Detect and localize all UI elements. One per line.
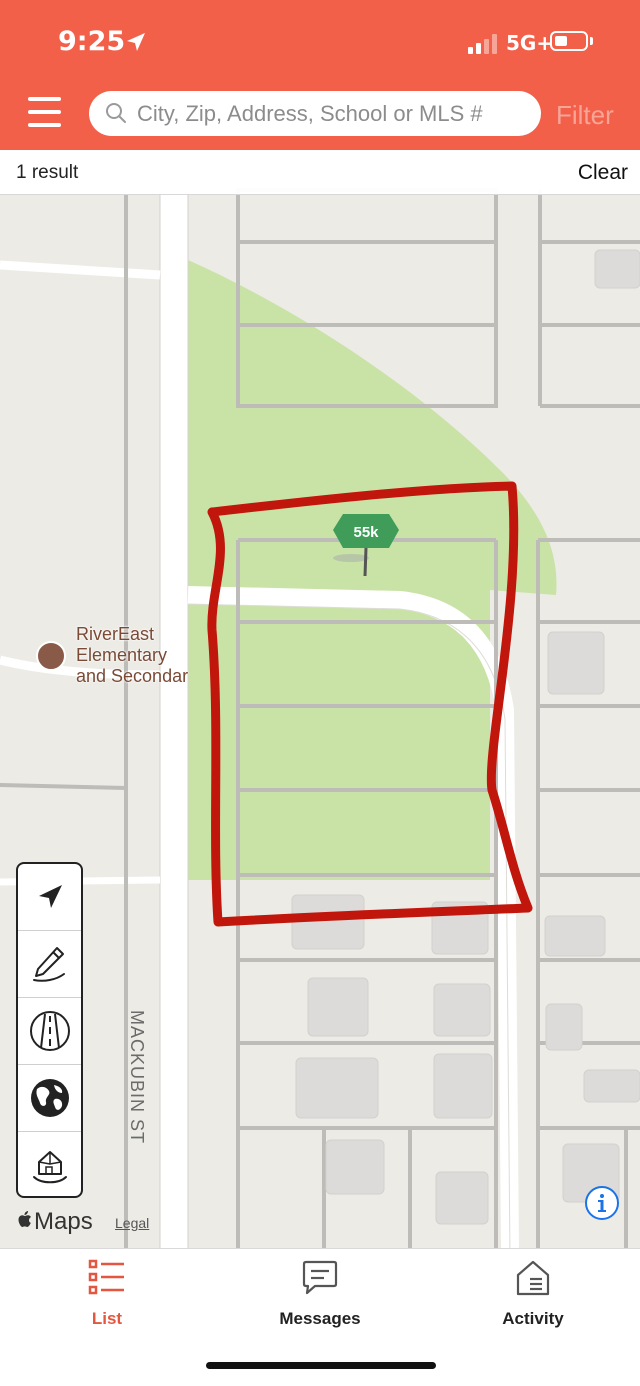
3d-view-button[interactable] xyxy=(18,1132,81,1198)
battery-icon xyxy=(550,31,588,51)
network-type: 5G+ xyxy=(506,31,554,55)
apple-logo-icon xyxy=(18,1211,31,1227)
price-pin[interactable]: 55k xyxy=(331,514,401,578)
tab-messages-label: Messages xyxy=(279,1309,361,1328)
cellular-signal-icon xyxy=(468,34,497,54)
maps-brand-text: Maps xyxy=(34,1208,93,1235)
home-indicator[interactable] xyxy=(206,1362,436,1369)
tab-messages[interactable]: Messages xyxy=(240,1259,400,1339)
clear-button[interactable]: Clear xyxy=(578,161,628,185)
search-icon xyxy=(106,103,126,123)
tab-activity-label: Activity xyxy=(502,1309,564,1328)
top-bar: 9:25 5G+ Filter xyxy=(0,0,640,150)
map-tiles xyxy=(0,188,640,1248)
list-icon xyxy=(88,1259,124,1295)
bottom-tab-bar: List Messages Activity xyxy=(0,1248,640,1386)
tab-list[interactable]: List xyxy=(27,1259,187,1339)
status-time: 9:25 xyxy=(58,26,126,57)
mackubin-street xyxy=(160,190,188,1248)
school-label-line-3: and Secondar xyxy=(76,666,189,686)
road-icon xyxy=(29,1011,70,1051)
filter-button[interactable]: Filter xyxy=(556,100,614,131)
school-label-line-1: RiverEast xyxy=(76,624,155,644)
street-label: MACKUBIN ST xyxy=(127,1010,147,1145)
draw-button[interactable] xyxy=(18,931,81,997)
legal-link[interactable]: Legal xyxy=(115,1215,149,1231)
result-count: 1 result xyxy=(16,162,79,183)
house-activity-icon xyxy=(516,1260,550,1296)
draw-pencil-icon xyxy=(32,947,65,982)
info-icon[interactable] xyxy=(584,1185,620,1221)
chat-bubble-icon xyxy=(302,1260,338,1295)
tab-activity[interactable]: Activity xyxy=(453,1259,613,1339)
school-label-line-2: Elementary xyxy=(76,645,168,665)
results-bar: 1 result Clear xyxy=(0,150,640,195)
school-icon[interactable] xyxy=(36,641,66,671)
map-view[interactable]: 55k RiverEast Elementary and Secondar MA… xyxy=(0,150,640,1248)
search-input[interactable] xyxy=(137,99,532,129)
map-style-button[interactable] xyxy=(18,998,81,1064)
tab-list-label: List xyxy=(91,1309,123,1328)
satellite-button[interactable] xyxy=(18,1065,81,1131)
search-bar[interactable] xyxy=(89,91,541,136)
apple-maps-logo: Maps xyxy=(16,1208,93,1236)
house-3d-icon xyxy=(32,1151,67,1184)
school-label[interactable]: RiverEast Elementary and Secondar xyxy=(76,624,188,687)
hamburger-menu-icon[interactable] xyxy=(28,97,61,129)
globe-icon xyxy=(30,1079,69,1117)
location-arrow-icon xyxy=(38,885,62,908)
current-location-button[interactable] xyxy=(18,864,81,930)
price-pin-label: 55k xyxy=(353,524,379,541)
map-controls xyxy=(16,862,83,1198)
location-services-icon xyxy=(127,33,145,51)
battery-tip xyxy=(590,37,593,45)
